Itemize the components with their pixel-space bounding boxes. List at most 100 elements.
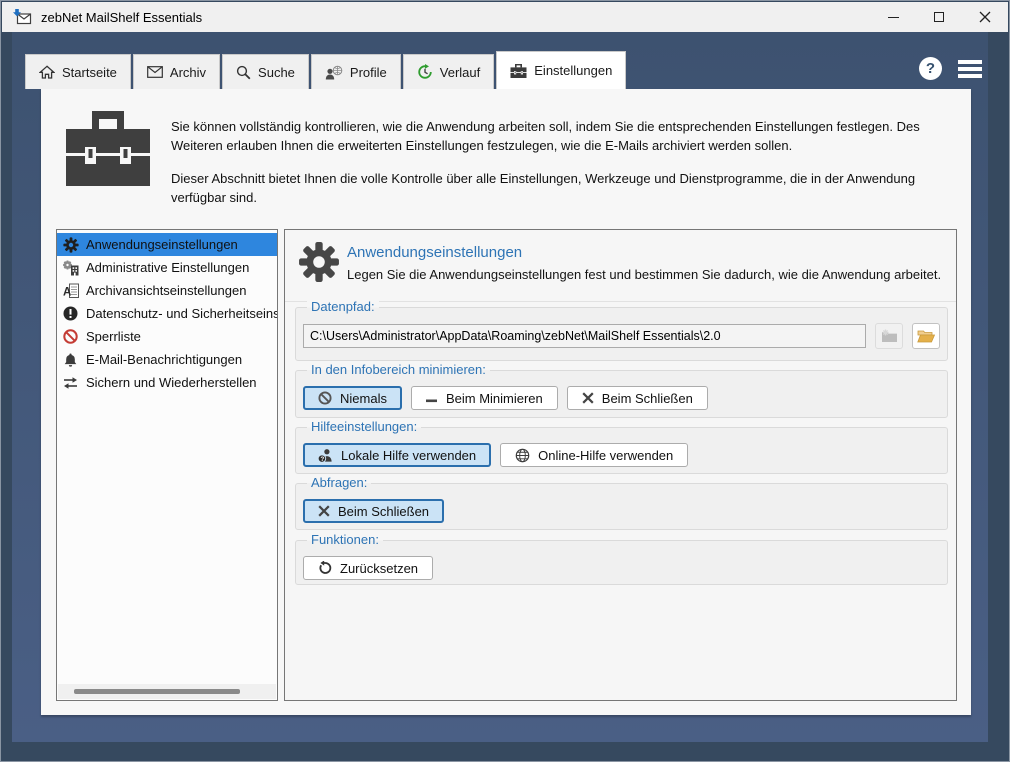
tray-on-minimize-button[interactable]: Beim Minimieren — [410, 386, 558, 410]
local-help-button[interactable]: ? Lokale Hilfe verwenden — [303, 443, 492, 467]
envelope-icon — [147, 66, 163, 78]
profile-icon — [325, 65, 343, 79]
tab-label: Archiv — [169, 64, 207, 80]
online-help-icon — [515, 448, 530, 463]
topbar-actions: ? — [919, 57, 982, 80]
minimize-button[interactable] — [870, 2, 916, 32]
tab-profile[interactable]: Profile — [310, 54, 401, 89]
main-tabs: Startseite Archiv Suche Profile Verlauf … — [25, 51, 628, 89]
group-label: Abfragen: — [307, 475, 372, 490]
intro-paragraph-1: Sie können vollständig kontrollieren, wi… — [171, 119, 920, 153]
settings-nav: Anwendungseinstellungen Administrative E… — [56, 229, 278, 701]
help-button[interactable]: ? — [919, 57, 942, 80]
sidebar-hscrollbar-thumb[interactable] — [74, 689, 240, 694]
bell-icon — [62, 351, 79, 368]
intro-paragraph-2: Dieser Abschnitt bietet Ihnen die volle … — [171, 171, 916, 205]
intro-text: Sie können vollständig kontrollieren, wi… — [171, 117, 955, 207]
prompt-on-close-button[interactable]: Beim Schließen — [303, 499, 445, 523]
tab-einstellungen[interactable]: Einstellungen — [496, 51, 627, 89]
hamburger-icon — [958, 59, 982, 64]
group-prompts: Abfragen: Beim Schließen — [295, 475, 948, 530]
close-icon — [979, 11, 991, 23]
new-folder-button[interactable] — [875, 323, 903, 349]
tray-on-close-button[interactable]: Beim Schließen — [566, 386, 708, 410]
reset-icon — [318, 561, 332, 575]
nav-item-label: Administrative Einstellungen — [86, 260, 250, 275]
admin-gear-icon — [62, 259, 79, 276]
sync-arrows-icon — [62, 374, 79, 391]
gear-icon — [62, 236, 79, 253]
nav-item-label: Anwendungseinstellungen — [86, 237, 238, 252]
search-icon — [236, 65, 251, 79]
settings-nav-list: Anwendungseinstellungen Administrative E… — [57, 230, 277, 394]
exclamation-circle-icon — [62, 305, 79, 322]
maximize-icon — [934, 12, 944, 22]
home-icon — [39, 65, 55, 79]
tab-label: Profile — [349, 64, 387, 80]
nav-item-anwendungseinstellungen[interactable]: Anwendungseinstellungen — [57, 233, 277, 256]
tab-label: Einstellungen — [534, 63, 613, 78]
browse-folder-button[interactable] — [912, 323, 940, 349]
panel-subtitle: Legen Sie die Anwendungseinstellungen fe… — [347, 267, 942, 282]
window-title: zebNet MailShelf Essentials — [41, 9, 203, 25]
group-label: Funktionen: — [307, 532, 383, 547]
tab-label: Startseite — [62, 64, 117, 80]
panel-title: Anwendungseinstellungen — [347, 244, 523, 261]
nav-item-sichern-wiederherstellen[interactable]: Sichern und Wiederherstellen — [57, 371, 277, 394]
folder-new-icon — [881, 329, 897, 342]
tray-never-button[interactable]: Niemals — [303, 386, 402, 410]
svg-text:?: ? — [321, 455, 325, 462]
titlebar: zebNet MailShelf Essentials — [2, 2, 1008, 32]
nav-item-administrative-einstellungen[interactable]: Administrative Einstellungen — [57, 256, 277, 279]
group-datenpfad: Datenpfad: — [295, 299, 948, 361]
minimize-icon — [887, 16, 899, 18]
nav-item-email-benachrichtigungen[interactable]: E-Mail-Benachrichtigungen — [57, 348, 277, 371]
gear-large-icon — [299, 242, 339, 282]
maximize-button[interactable] — [916, 2, 962, 32]
help-icon: ? — [925, 60, 936, 77]
close-x-icon — [318, 505, 330, 517]
close-button[interactable] — [962, 2, 1008, 32]
toolbox-large-icon — [66, 111, 150, 186]
minimize-glyph-icon — [425, 393, 438, 403]
tab-suche[interactable]: Suche — [222, 54, 309, 89]
nav-item-datenschutz-sicherheit[interactable]: Datenschutz- und Sicherheitseinstellu — [57, 302, 277, 325]
reset-button[interactable]: Zurücksetzen — [303, 556, 434, 580]
group-label: In den Infobereich minimieren: — [307, 362, 490, 377]
svg-text:A: A — [63, 286, 71, 298]
nav-item-label: E-Mail-Benachrichtigungen — [86, 352, 243, 367]
folder-open-icon — [917, 330, 935, 343]
data-path-input[interactable] — [303, 324, 866, 348]
nav-item-label: Archivansichtseinstellungen — [86, 283, 247, 298]
online-help-button[interactable]: Online-Hilfe verwenden — [500, 443, 689, 467]
never-icon — [318, 391, 332, 405]
close-x-icon — [582, 392, 594, 404]
archive-view-icon: A — [62, 282, 79, 299]
tab-label: Suche — [258, 64, 295, 80]
group-help: Hilfeeinstellungen: ? Lokale Hilfe verwe… — [295, 419, 948, 474]
settings-panel: Anwendungseinstellungen Legen Sie die An… — [284, 229, 957, 701]
menu-button[interactable] — [958, 59, 982, 78]
group-label: Hilfeeinstellungen: — [307, 419, 422, 434]
tab-verlauf[interactable]: Verlauf — [402, 54, 495, 89]
group-functions: Funktionen: Zurücksetzen — [295, 532, 948, 585]
toolbox-icon — [510, 63, 527, 78]
content-panel: Sie können vollständig kontrollieren, wi… — [41, 89, 971, 715]
tab-archiv[interactable]: Archiv — [132, 54, 221, 89]
header-separator — [285, 301, 956, 302]
nav-item-archivansichtseinstellungen[interactable]: A Archivansichtseinstellungen — [57, 279, 277, 302]
window-controls — [870, 2, 1008, 32]
nav-item-sperrliste[interactable]: Sperrliste — [57, 325, 277, 348]
block-icon — [62, 328, 79, 345]
history-icon — [418, 64, 432, 79]
app-logo-icon — [13, 9, 32, 25]
group-tray: In den Infobereich minimieren: Niemals B… — [295, 362, 948, 418]
group-label: Datenpfad: — [307, 299, 379, 314]
sidebar-hscrollbar[interactable] — [58, 684, 276, 699]
local-help-icon: ? — [318, 448, 333, 463]
tab-startseite[interactable]: Startseite — [25, 54, 131, 89]
nav-item-label: Sperrliste — [86, 329, 141, 344]
nav-item-label: Datenschutz- und Sicherheitseinstellu — [86, 306, 278, 321]
tab-label: Verlauf — [439, 64, 481, 80]
nav-item-label: Sichern und Wiederherstellen — [86, 375, 257, 390]
